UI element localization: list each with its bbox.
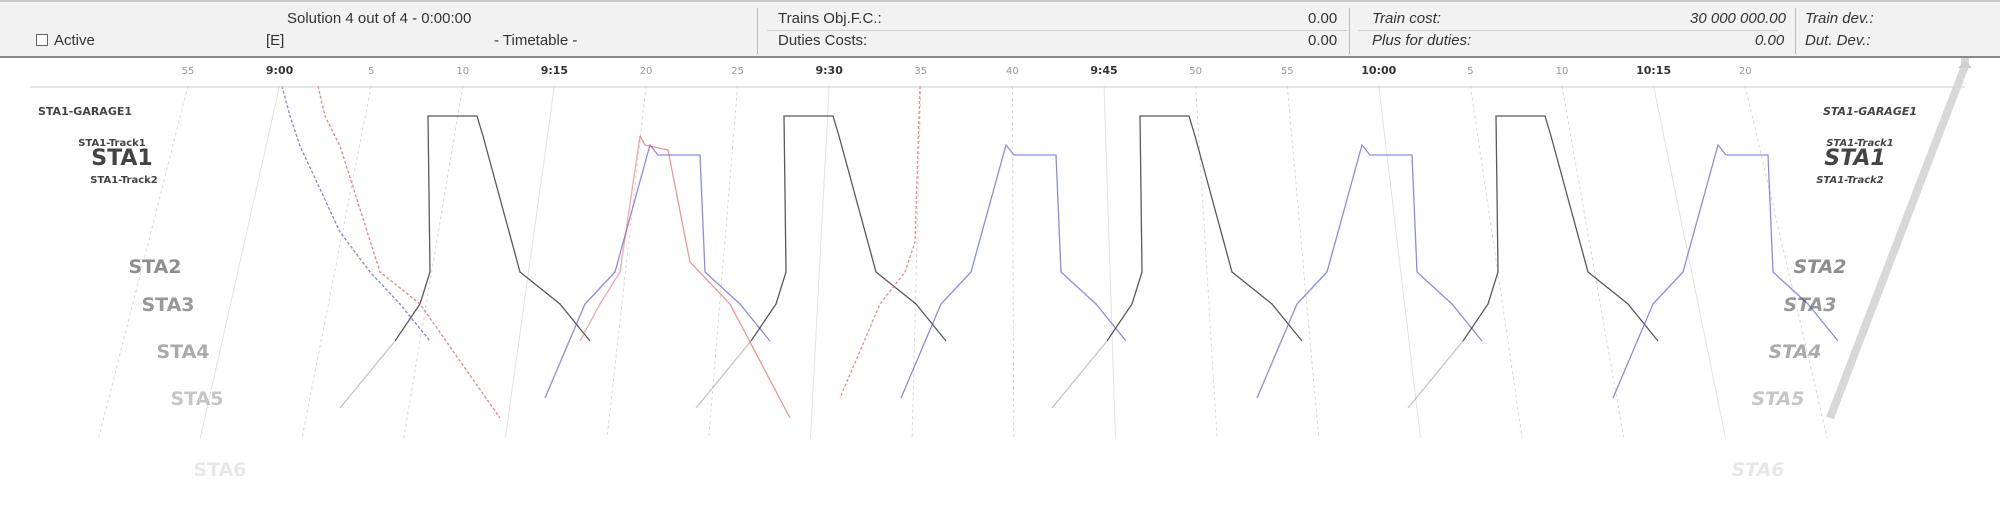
blue-train-path <box>900 143 1127 399</box>
black-train-path <box>1462 115 1659 342</box>
time-grid-line <box>199 85 281 439</box>
black-train-fade <box>695 340 752 409</box>
time-grid-line <box>1011 85 1015 439</box>
time-tick-label: 9:45 <box>1090 64 1117 77</box>
station-labels: STA1-GARAGE1 STA1-GARAGE1STA1-Track1 STA1-… <box>38 105 1917 481</box>
station-label-right: STA3 <box>1783 294 1836 316</box>
blue-train-path <box>1256 143 1483 399</box>
view-label: - Timetable - <box>494 32 578 49</box>
header-row-divider <box>1358 30 1778 31</box>
timetable-chart[interactable]: 55 9:00 5 10 9:15 20 25 9:30 35 40 9:45 50 55 10:00 5 1… <box>0 58 2000 513</box>
scroll-up-arrow-icon <box>1958 60 1972 68</box>
duties-costs-value: 0.00 <box>1308 32 1338 49</box>
station-label-right: STA1 <box>1824 146 1885 171</box>
station-label-right: STA1-Track2 <box>1816 175 1884 186</box>
time-grid-line <box>1195 85 1218 439</box>
time-grid-line <box>1286 85 1320 439</box>
trains-obj-value: 0.00 <box>1308 10 1338 27</box>
time-grid-line <box>911 85 922 439</box>
time-tick-label: 9:30 <box>816 64 844 77</box>
time-tick-label: 10 <box>456 66 469 77</box>
active-label: Active <box>54 32 95 49</box>
station-label-left: STA4 <box>156 341 209 363</box>
station-label-right: STA4 <box>1768 341 1821 363</box>
trains-obj-label: Trains Obj.F.C.: <box>778 10 882 27</box>
station-label-left: STA1-Track2 <box>90 175 158 186</box>
time-tick-label: 20 <box>640 66 653 77</box>
header-row-divider <box>767 30 1347 31</box>
train-dev-label: Train dev.: <box>1805 10 1874 27</box>
time-tick-label: 9:15 <box>541 64 568 77</box>
time-tick-label: 10:15 <box>1636 64 1671 77</box>
time-tick-label: 35 <box>914 66 927 77</box>
time-grid-line <box>403 85 464 439</box>
solution-header: Solution 4 out of 4 - 0:00:00 Active [E]… <box>0 0 2000 58</box>
time-grid-line <box>1653 85 1726 439</box>
time-grid-line <box>708 85 739 439</box>
header-divider <box>1795 8 1796 54</box>
black-train-fade <box>339 340 396 409</box>
time-grid-line <box>1561 85 1625 439</box>
black-train-fade <box>1051 340 1108 409</box>
dut-dev-label: Dut. Dev.: <box>1805 32 1871 49</box>
time-tick-label: 5 <box>368 66 374 77</box>
black-train-path <box>394 115 591 342</box>
time-tick-label: 5 <box>1467 66 1473 77</box>
time-tick-label: 20 <box>1739 66 1752 77</box>
station-label-right: STA1-GARAGE1 <box>1823 105 1917 118</box>
time-tick-label: 10:00 <box>1361 64 1396 77</box>
time-tick-label: 10 <box>1556 66 1569 77</box>
station-label-left: STA3 <box>141 294 194 316</box>
time-tick-label: 55 <box>1281 66 1294 77</box>
time-tick-label: 9:00 <box>266 64 294 77</box>
train-cost-label: Train cost: <box>1372 10 1441 27</box>
time-grid-line <box>504 85 555 439</box>
train-cost-value: 30 000 000.00 <box>1690 10 1786 27</box>
station-label-left: STA5 <box>170 388 223 410</box>
time-tick-label: 55 <box>182 66 195 77</box>
blue-train-path <box>281 85 431 342</box>
red-train-path <box>639 135 791 419</box>
station-label-right: STA2 <box>1793 256 1846 278</box>
station-label-left: STA1-GARAGE1 <box>38 105 132 118</box>
solution-status: Solution 4 out of 4 - 0:00:00 <box>287 10 472 27</box>
red-train-path <box>579 135 641 342</box>
plus-duties-label: Plus for duties: <box>1372 32 1472 49</box>
time-tick-label: 40 <box>1006 66 1019 77</box>
station-label-right: STA5 <box>1751 388 1804 410</box>
station-label-right: STA6 <box>1731 459 1784 481</box>
black-train-fade <box>1407 340 1464 409</box>
time-grid-line <box>809 85 830 439</box>
time-tick-label: 50 <box>1189 66 1202 77</box>
time-axis: 55 9:00 5 10 9:15 20 25 9:30 35 40 9:45 50 55 10:00 5 1… <box>30 64 1965 88</box>
red-train-path <box>839 85 921 399</box>
active-checkbox[interactable] <box>36 34 48 46</box>
time-grid-line <box>1103 85 1116 439</box>
station-label-left: STA1 <box>91 146 152 171</box>
duties-costs-label: Duties Costs: <box>778 32 868 49</box>
time-grid-line <box>1378 85 1421 439</box>
red-train-path <box>317 85 501 419</box>
header-divider <box>1349 8 1350 54</box>
station-label-left: STA2 <box>128 256 181 278</box>
time-tick-label: 25 <box>731 66 744 77</box>
station-label-left: STA6 <box>193 459 246 481</box>
header-divider <box>757 8 758 54</box>
editor-tag[interactable]: [E] <box>266 32 284 49</box>
black-train-path <box>1106 115 1303 342</box>
black-train-path <box>750 115 947 342</box>
plus-duties-value: 0.00 <box>1755 32 1785 49</box>
blue-train-path <box>544 143 771 399</box>
